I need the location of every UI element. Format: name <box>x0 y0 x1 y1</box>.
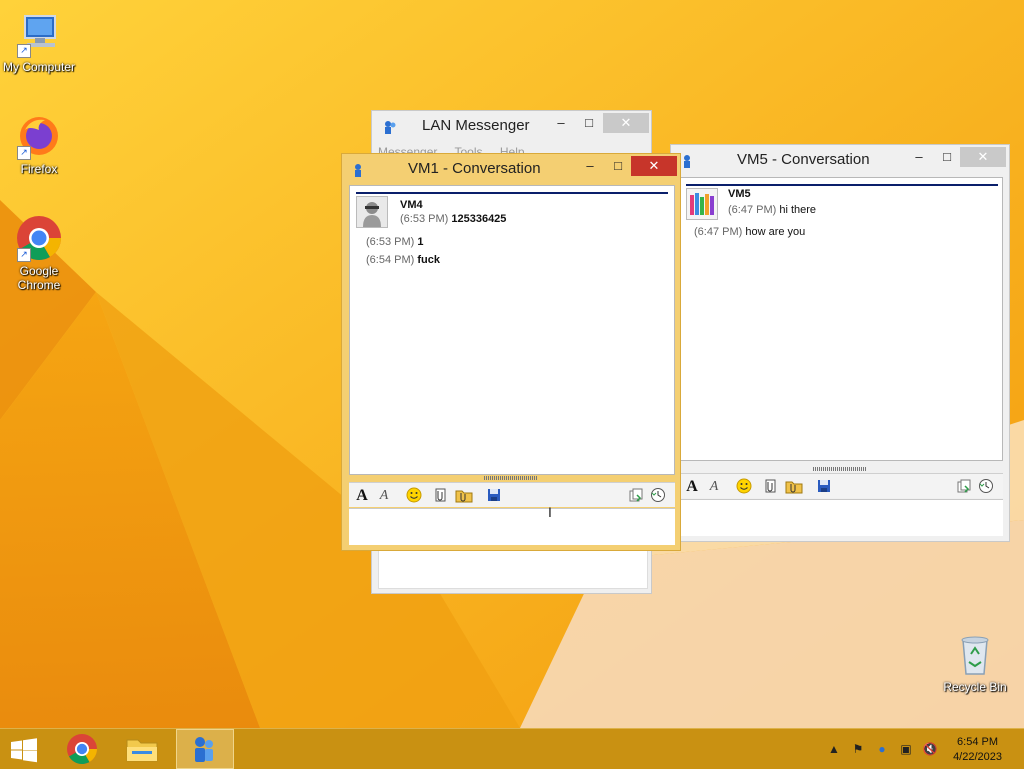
desktop-icon-my-computer[interactable]: ↗ My Computer <box>0 10 78 74</box>
message-time: (6:53 PM) <box>400 213 449 225</box>
message-time: (6:47 PM) <box>728 204 777 216</box>
message-text: how are you <box>745 226 806 238</box>
save-icon[interactable] <box>815 478 833 496</box>
copy-icon[interactable] <box>627 487 645 505</box>
history-icon[interactable] <box>977 478 995 496</box>
save-icon[interactable] <box>485 487 503 505</box>
text-cursor-icon: I <box>548 504 552 520</box>
maximize-button[interactable]: □ <box>933 147 961 167</box>
clock-date: 4/22/2023 <box>953 751 1002 763</box>
computer-icon: ↗ <box>15 10 63 58</box>
avatar <box>356 196 388 228</box>
chat-history[interactable]: VM4 (6:53 PM) 125336425 (6:53 PM) 1 (6:5… <box>349 185 675 475</box>
chat-header-line <box>686 184 998 186</box>
history-icon[interactable] <box>649 487 667 505</box>
splitter-grip[interactable] <box>813 467 867 471</box>
lan-messenger-app-icon <box>382 119 398 135</box>
splitter-grip[interactable] <box>484 476 538 480</box>
chat-username: VM5 <box>728 188 751 200</box>
chat-toolbar: A A <box>679 473 1003 498</box>
font-style-icon[interactable]: A <box>705 478 723 496</box>
lan-messenger-titlebar[interactable]: LAN Messenger – □ ✕ <box>372 111 651 141</box>
clock[interactable]: 6:54 PM 4/22/2023 <box>953 735 1002 765</box>
taskbar-file-explorer[interactable] <box>118 729 166 769</box>
taskbar-chrome[interactable] <box>58 729 106 769</box>
chrome-icon <box>67 734 97 765</box>
smiley-icon[interactable] <box>735 478 753 496</box>
chat-username: VM4 <box>400 199 423 211</box>
desktop-icon-firefox[interactable]: ↗ Firefox <box>0 112 78 176</box>
maximize-button[interactable]: □ <box>604 156 632 176</box>
desktop: ↗ My Computer ↗ Firefox ↗ Google Chrome … <box>0 0 1024 728</box>
recycle-bin-icon <box>951 630 999 678</box>
desktop-icon-google-chrome[interactable]: ↗ Google Chrome <box>0 214 78 292</box>
show-hidden-icons-icon[interactable]: ▲ <box>826 741 842 757</box>
chat-message: (6:54 PM) fuck <box>366 254 440 266</box>
desktop-icon-label: Firefox <box>20 162 58 176</box>
font-icon[interactable]: A <box>683 478 701 496</box>
desktop-icon-recycle-bin[interactable]: Recycle Bin <box>936 630 1014 694</box>
chrome-icon: ↗ <box>15 214 63 262</box>
message-text: fuck <box>417 254 440 266</box>
chat-toolbar: A A <box>349 482 675 507</box>
close-button[interactable]: ✕ <box>603 113 649 133</box>
shortcut-arrow-icon: ↗ <box>17 44 31 58</box>
desktop-icon-label: Recycle Bin <box>943 680 1007 694</box>
minimize-button[interactable]: – <box>905 147 933 167</box>
chat-message: (6:53 PM) 125336425 <box>400 213 506 225</box>
message-text: hi there <box>779 204 817 216</box>
lan-messenger-tray-icon[interactable]: ● <box>874 741 890 757</box>
folder-icon <box>126 739 158 762</box>
close-button[interactable]: ✕ <box>960 147 1006 167</box>
send-folder-icon[interactable] <box>785 478 803 496</box>
smiley-icon[interactable] <box>405 487 423 505</box>
vm1-titlebar[interactable]: VM1 - Conversation – □ ✕ <box>342 154 680 184</box>
chat-message: (6:47 PM) how are you <box>694 226 805 238</box>
message-text: 125336425 <box>451 213 507 225</box>
lan-messenger-icon <box>195 737 213 762</box>
network-icon[interactable]: ▣ <box>898 741 914 757</box>
attach-file-icon[interactable] <box>761 478 779 496</box>
vm1-conversation-window[interactable]: VM1 - Conversation – □ ✕ VM4 (6:53 PM) 1… <box>341 153 681 551</box>
chat-app-icon <box>352 162 368 178</box>
message-input[interactable] <box>679 499 1003 536</box>
desktop-icon-label: Google Chrome <box>17 264 61 292</box>
vm5-conversation-window[interactable]: VM5 - Conversation – □ ✕ VM5 (6:47 PM) h… <box>670 144 1010 542</box>
vm5-titlebar[interactable]: VM5 - Conversation – □ ✕ <box>671 145 1009 175</box>
message-time: (6:54 PM) <box>366 254 415 266</box>
chat-header-line <box>356 192 668 194</box>
chat-app-icon <box>681 153 697 169</box>
action-center-flag-icon[interactable]: ⚑ <box>850 741 866 757</box>
message-time: (6:53 PM) <box>366 236 415 248</box>
message-input[interactable] <box>349 508 675 545</box>
send-folder-icon[interactable] <box>455 487 473 505</box>
attach-file-icon[interactable] <box>431 487 449 505</box>
firefox-icon: ↗ <box>15 112 63 160</box>
taskbar: ▲ ⚑ ● ▣ 🔇 6:54 PM 4/22/2023 <box>0 728 1024 769</box>
font-style-icon[interactable]: A <box>375 487 393 505</box>
taskbar-lan-messenger[interactable] <box>176 729 234 769</box>
volume-muted-icon[interactable]: 🔇 <box>922 741 938 757</box>
window-title: VM5 - Conversation <box>737 151 870 168</box>
minimize-button[interactable]: – <box>547 113 575 133</box>
clock-time: 6:54 PM <box>957 736 999 748</box>
font-icon[interactable]: A <box>353 487 371 505</box>
avatar <box>686 188 718 220</box>
copy-icon[interactable] <box>955 478 973 496</box>
window-title: VM1 - Conversation <box>408 160 541 177</box>
shortcut-arrow-icon: ↗ <box>17 248 31 262</box>
windows-logo-icon <box>11 738 37 763</box>
start-button[interactable] <box>0 729 48 769</box>
maximize-button[interactable]: □ <box>575 113 603 133</box>
window-title: LAN Messenger <box>422 117 530 134</box>
chat-message: (6:53 PM) 1 <box>366 236 423 248</box>
chat-history[interactable]: VM5 (6:47 PM) hi there (6:47 PM) how are… <box>679 177 1003 461</box>
shortcut-arrow-icon: ↗ <box>17 146 31 160</box>
message-text: 1 <box>417 236 424 248</box>
desktop-icon-label: My Computer <box>2 60 76 74</box>
message-time: (6:47 PM) <box>694 226 743 238</box>
minimize-button[interactable]: – <box>576 156 604 176</box>
chat-message: (6:47 PM) hi there <box>728 204 816 216</box>
close-button[interactable]: ✕ <box>631 156 677 176</box>
